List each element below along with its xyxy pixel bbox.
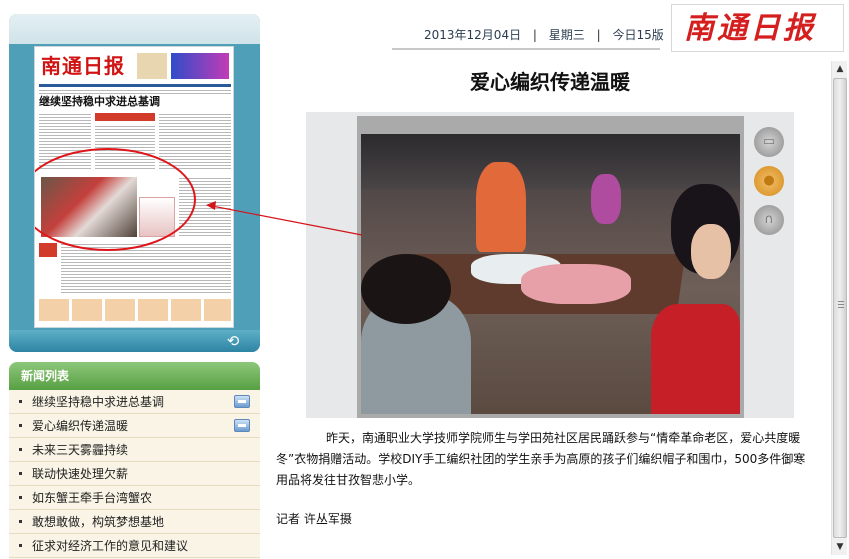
bullet-icon (19, 496, 22, 499)
photo-figure (591, 174, 621, 224)
news-item-label[interactable]: 爱心编织传递温暖 (32, 418, 128, 434)
news-list-item[interactable]: 敢想敢做，构筑梦想基地 (9, 510, 260, 534)
photo-figure (361, 254, 451, 324)
news-item-label[interactable]: 联动快速处理欠薪 (32, 466, 128, 482)
separator: | (596, 28, 601, 42)
video-icon: ▭ (762, 134, 776, 149)
header-divider (392, 48, 660, 50)
audio-button[interactable]: ∩ (754, 205, 784, 235)
photo-button[interactable]: ● (754, 166, 784, 196)
edition-count[interactable]: 今日15版 (613, 26, 664, 44)
photo-figure (651, 304, 740, 414)
issue-date: 2013年12月04日 (424, 28, 522, 42)
bullet-icon (19, 544, 22, 547)
thumbnail-bottom-ad (39, 299, 231, 321)
thumbnail-text-block (61, 243, 231, 293)
newspaper-logo[interactable]: 南通日报 (671, 4, 844, 52)
news-list-item[interactable]: 联动快速处理欠薪 (9, 462, 260, 486)
bullet-icon (19, 520, 22, 523)
news-item-label[interactable]: 未来三天雾霾持续 (32, 442, 128, 458)
bullet-icon (19, 400, 22, 403)
thumbnail-rule (39, 84, 231, 87)
vertical-scrollbar[interactable]: ▲ ▼ (831, 61, 847, 555)
edition-info-bar: 2013年12月04日 | 星期三 | 今日15版 (424, 26, 664, 44)
bullet-icon (19, 472, 22, 475)
page-root: 南通日报 继续坚持稳中求进总基调 ⟲ 新闻列表 继续坚持稳中求进总基调 爱心编织… (0, 0, 849, 559)
headphones-icon: ∩ (764, 212, 774, 227)
thumbnail-text-block (39, 89, 231, 94)
news-item-label[interactable]: 如东蟹王牵手台湾蟹农 (32, 490, 152, 506)
person-photo-icon: ● (763, 173, 775, 188)
thumbnail-ad-small (137, 53, 167, 79)
news-list-item[interactable]: 征求对经济工作的意见和建议 (9, 534, 260, 558)
news-item-label[interactable]: 征求对经济工作的意见和建议 (32, 538, 188, 554)
scrollbar-thumb[interactable] (833, 78, 847, 538)
news-list-title: 新闻列表 (21, 369, 70, 383)
newspaper-page-thumbnail[interactable]: 南通日报 继续坚持稳中求进总基调 (34, 46, 234, 328)
news-item-label[interactable]: 敢想敢做，构筑梦想基地 (32, 514, 164, 530)
media-badge-icon[interactable] (234, 419, 250, 432)
media-badge-icon[interactable] (234, 395, 250, 408)
news-list: 继续坚持稳中求进总基调 爱心编织传递温暖 未来三天雾霾持续 联动快速处理欠薪 如… (9, 390, 260, 559)
bullet-icon (19, 448, 22, 451)
article-title: 爱心编织传递温暖 (470, 70, 630, 94)
news-list-item[interactable]: 继续坚持稳中求进总基调 (9, 390, 260, 414)
scrollbar-grip (838, 301, 844, 309)
news-list-header: 新闻列表 (9, 362, 260, 390)
photo-wall (361, 134, 740, 189)
scroll-up-arrow-icon[interactable]: ▲ (832, 61, 848, 77)
photo-figure (691, 224, 731, 279)
article-photo[interactable] (361, 134, 740, 414)
thumbnail-headline: 继续坚持稳中求进总基调 (39, 95, 160, 108)
separator: | (532, 28, 537, 42)
photo-knitwear (521, 264, 631, 304)
thumbnail-red-mark (39, 243, 57, 257)
logo-text: 南通日报 (684, 11, 816, 46)
photo-figure (476, 162, 526, 252)
thumbnail-ad-banner (171, 53, 229, 79)
article-photo-frame (357, 116, 744, 418)
thumbnail-masthead: 南通日报 (41, 54, 125, 78)
news-item-label[interactable]: 继续坚持稳中求进总基调 (32, 394, 164, 410)
thumbnail-panel-footer: ⟲ (9, 330, 260, 352)
article-byline: 记者 许丛军摄 (276, 512, 352, 526)
bullet-icon (19, 424, 22, 427)
thumbnail-panel-header (9, 14, 260, 44)
page-thumbnail-panel: 南通日报 继续坚持稳中求进总基调 ⟲ (9, 14, 260, 352)
scroll-down-arrow-icon[interactable]: ▼ (832, 539, 848, 555)
news-list-item[interactable]: 如东蟹王牵手台湾蟹农 (9, 486, 260, 510)
issue-weekday: 星期三 (548, 28, 585, 42)
refresh-icon[interactable]: ⟲ (224, 333, 242, 349)
video-button[interactable]: ▭ (754, 127, 784, 157)
thumbnail-text-block (159, 113, 231, 169)
thumbnail-red-banner (95, 113, 155, 121)
news-list-item[interactable]: 爱心编织传递温暖 (9, 414, 260, 438)
article-body: 昨天，南通职业大学技师学院师生与学田苑社区居民踊跃参与“情牵革命老区，爱心共度暖… (276, 431, 806, 487)
news-list-item[interactable]: 未来三天雾霾持续 (9, 438, 260, 462)
